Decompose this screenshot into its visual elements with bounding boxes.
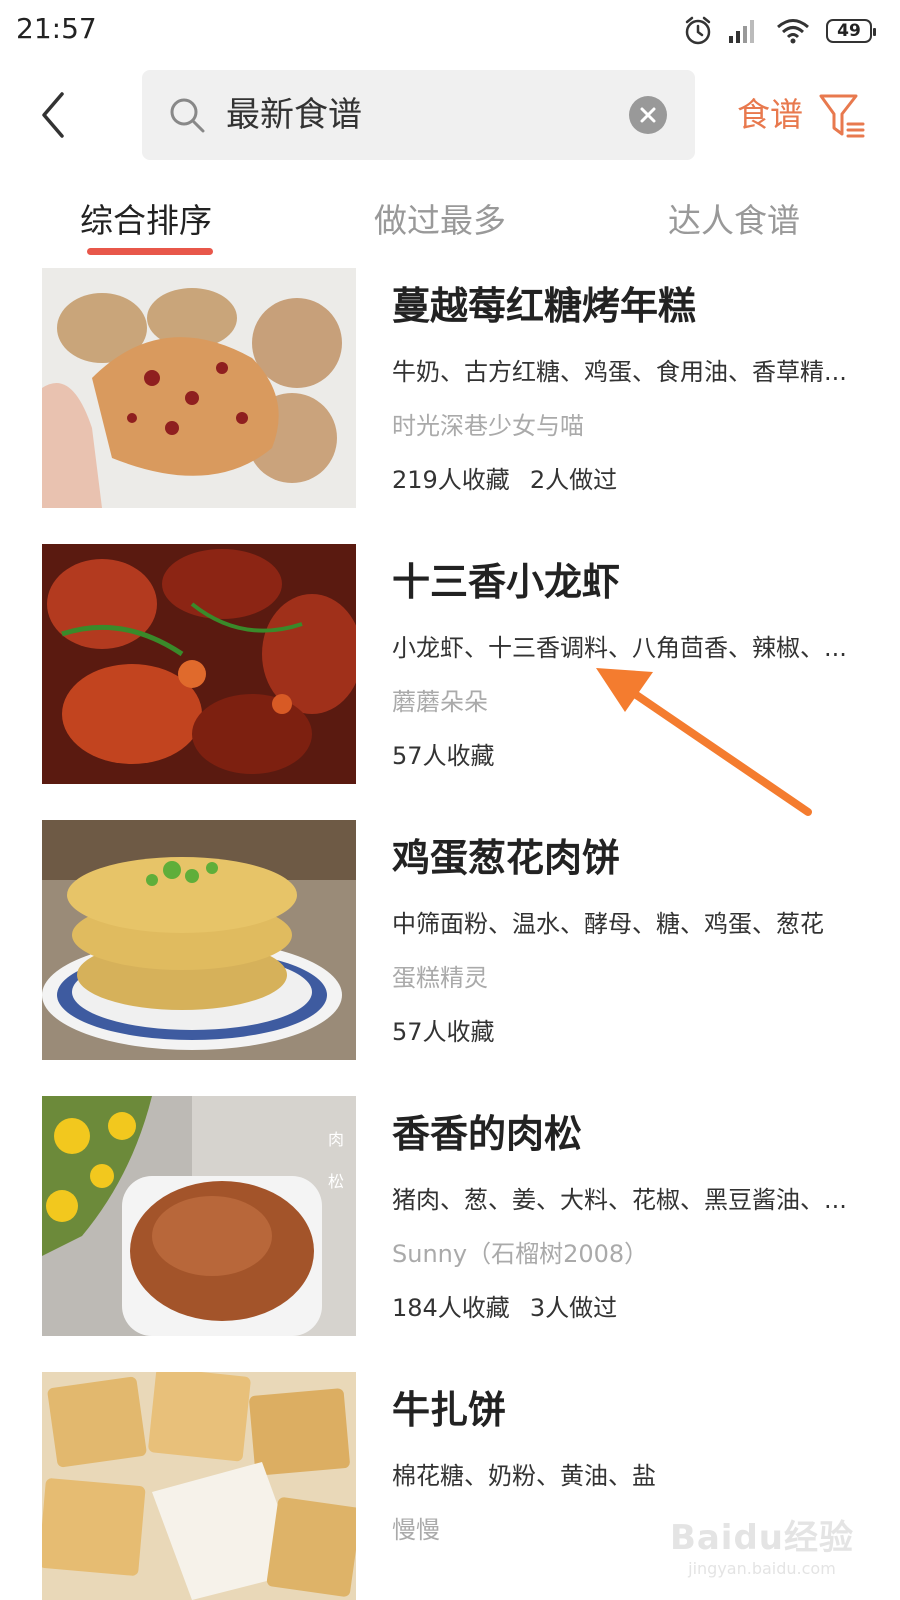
recipe-title[interactable]: 牛扎饼 — [392, 1380, 506, 1440]
recipe-ingredients: 中筛面粉、温水、酵母、糖、鸡蛋、葱花 — [392, 910, 824, 938]
tab-comprehensive[interactable]: 综合排序 — [80, 198, 212, 244]
battery-icon: 49 — [826, 19, 876, 43]
search-input[interactable]: 最新食谱 — [226, 92, 362, 138]
recipe-favorites: 184人收藏 — [392, 1294, 510, 1322]
recipe-favorites: 57人收藏 — [392, 742, 495, 770]
recipe-thumbnail[interactable] — [42, 820, 356, 1060]
recipe-author: 蘑蘑朵朵 — [392, 688, 488, 716]
recipe-title[interactable]: 鸡蛋葱花肉饼 — [392, 828, 620, 888]
recipe-thumbnail[interactable] — [42, 544, 356, 784]
recipe-ingredients: 小龙虾、十三香调料、八角茴香、辣椒、... — [392, 634, 847, 662]
filter-icon — [819, 94, 865, 138]
recipe-author: 慢慢 — [392, 1516, 440, 1544]
recipe-favorites: 219人收藏 — [392, 466, 510, 494]
filter-button[interactable] — [818, 92, 866, 140]
recipe-stats: 219人收藏 2人做过 — [392, 462, 617, 498]
watermark-logo: Baidu经验 — [669, 1518, 854, 1558]
recipe-item[interactable]: 蔓越莓红糖烤年糕 牛奶、古方红糖、鸡蛋、食用油、香草精... 时光深巷少女与喵 … — [0, 268, 900, 513]
recipe-title[interactable]: 香香的肉松 — [392, 1104, 582, 1164]
recipe-thumbnail[interactable] — [42, 268, 356, 508]
tab-expert-recipes[interactable]: 达人食谱 — [668, 198, 800, 244]
recipe-stats: 57人收藏 — [392, 738, 495, 774]
clear-search-button[interactable] — [629, 96, 667, 134]
status-bar: 21:57 49 — [0, 0, 900, 62]
recipe-thumbnail[interactable]: 肉 松 — [42, 1096, 356, 1336]
recipe-author: 时光深巷少女与喵 — [392, 412, 584, 440]
filter-category-label[interactable]: 食谱 — [737, 92, 803, 138]
status-time: 21:57 — [16, 12, 97, 45]
recipe-thumbnail[interactable] — [42, 1372, 356, 1600]
search-box[interactable]: 最新食谱 — [142, 70, 695, 160]
thumb-overlay-char: 肉 — [327, 1130, 344, 1149]
recipe-stats: 57人收藏 — [392, 1014, 495, 1050]
watermark: Baidu经验 jingyan.baidu.com — [670, 1510, 854, 1578]
recipe-author: 蛋糕精灵 — [392, 964, 488, 992]
alarm-icon — [685, 16, 711, 45]
recipe-ingredients: 猪肉、葱、姜、大料、花椒、黑豆酱油、... — [392, 1186, 847, 1214]
recipe-stats: 184人收藏 3人做过 — [392, 1290, 617, 1326]
recipe-item[interactable]: 十三香小龙虾 小龙虾、十三香调料、八角茴香、辣椒、... 蘑蘑朵朵 57人收藏 — [0, 544, 900, 789]
chevron-left-icon — [42, 92, 64, 138]
recipe-ingredients: 棉花糖、奶粉、黄油、盐 — [392, 1462, 656, 1490]
recipe-favorites: 57人收藏 — [392, 1018, 495, 1046]
thumb-overlay-char: 松 — [327, 1172, 344, 1191]
recipe-ingredients: 牛奶、古方红糖、鸡蛋、食用油、香草精... — [392, 358, 847, 386]
tab-active-indicator — [87, 248, 213, 255]
signal-icon — [729, 20, 754, 43]
status-icons: 49 — [684, 14, 876, 48]
clear-icon — [640, 107, 656, 123]
recipe-title[interactable]: 十三香小龙虾 — [392, 552, 620, 612]
tab-most-made[interactable]: 做过最多 — [374, 198, 506, 244]
recipe-item[interactable]: 肉 松 香香的肉松 猪肉、葱、姜、大料、花椒、黑豆酱油、... Sunny（石榴… — [0, 1096, 900, 1341]
search-icon — [170, 98, 205, 133]
recipe-made-count: 3人做过 — [529, 1294, 618, 1322]
wifi-icon — [777, 19, 809, 44]
back-button[interactable] — [30, 90, 80, 140]
recipe-item[interactable]: 鸡蛋葱花肉饼 中筛面粉、温水、酵母、糖、鸡蛋、葱花 蛋糕精灵 57人收藏 — [0, 820, 900, 1065]
recipe-title[interactable]: 蔓越莓红糖烤年糕 — [392, 276, 696, 336]
recipe-author: Sunny（石榴树2008） — [392, 1240, 649, 1268]
watermark-url: jingyan.baidu.com — [688, 1559, 836, 1578]
recipe-made-count: 2人做过 — [529, 466, 618, 494]
